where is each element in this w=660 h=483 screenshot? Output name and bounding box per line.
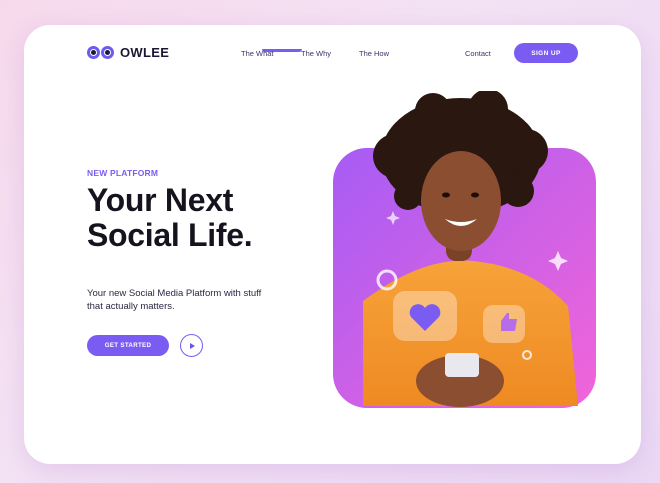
headline-line-2: Social Life. (87, 217, 253, 253)
landing-card: OWLEE The What The Why The How Contact S… (24, 25, 641, 464)
hero-eyebrow: NEW PLATFORM (87, 168, 159, 178)
play-icon (190, 342, 195, 349)
hero-headline: Your Next Social Life. (87, 182, 253, 253)
sign-up-button[interactable]: SIGN UP (514, 43, 578, 63)
get-started-button[interactable]: GET STARTED (87, 335, 169, 356)
smartphone (445, 353, 479, 377)
nav-link-the-what[interactable]: The What (241, 49, 274, 58)
hero-illustration (333, 91, 596, 408)
nav-link-contact[interactable]: Contact (465, 49, 491, 58)
brand-logo[interactable]: OWLEE (87, 45, 169, 60)
owl-eyes-icon (87, 46, 114, 59)
play-video-button[interactable] (180, 334, 203, 357)
brand-name: OWLEE (120, 45, 170, 60)
face (421, 151, 501, 251)
nav-link-the-why[interactable]: The Why (301, 49, 331, 58)
hero-subtitle: Your new Social Media Platform with stuf… (87, 288, 262, 312)
headline-line-1: Your Next (87, 182, 234, 218)
nav-link-the-how[interactable]: The How (359, 49, 389, 58)
